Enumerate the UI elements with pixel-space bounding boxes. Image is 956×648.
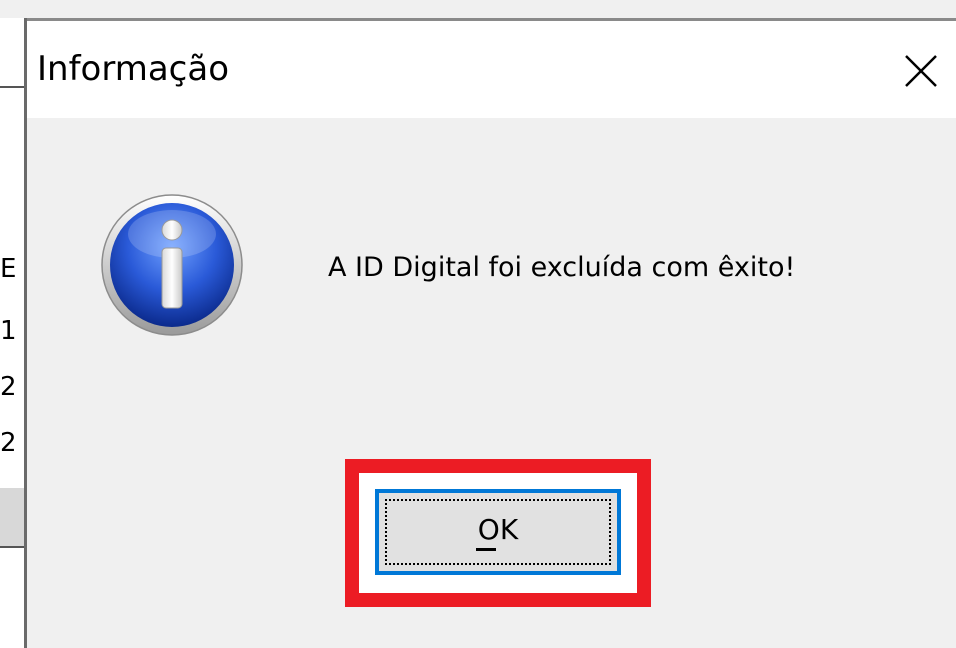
background-text: 1 [0, 316, 17, 346]
background-divider [0, 546, 24, 548]
dialog-message: A ID Digital foi excluída com êxito! [328, 252, 796, 283]
background-text: 2 [0, 372, 17, 402]
ok-button-label: OK [477, 513, 519, 546]
background-text: 2 [0, 428, 17, 458]
background-text: E [0, 254, 17, 284]
window-shadow [0, 0, 956, 18]
dialog-body: A ID Digital foi excluída com êxito! OK [27, 118, 956, 648]
access-key-underline [476, 548, 496, 551]
highlight-inner: OK [359, 473, 637, 593]
close-icon [905, 55, 937, 87]
dialog-border [24, 18, 27, 648]
highlight-box: OK [345, 459, 651, 607]
background-window: E 1 2 2 [0, 0, 24, 648]
ok-button[interactable]: OK [375, 489, 621, 575]
dialog-title: Informação [37, 49, 230, 89]
title-bar: Informação [27, 21, 956, 118]
background-panel [0, 488, 24, 548]
background-divider [0, 86, 24, 88]
dialog-border [24, 18, 956, 21]
information-icon [101, 194, 243, 336]
close-button[interactable] [886, 41, 956, 101]
